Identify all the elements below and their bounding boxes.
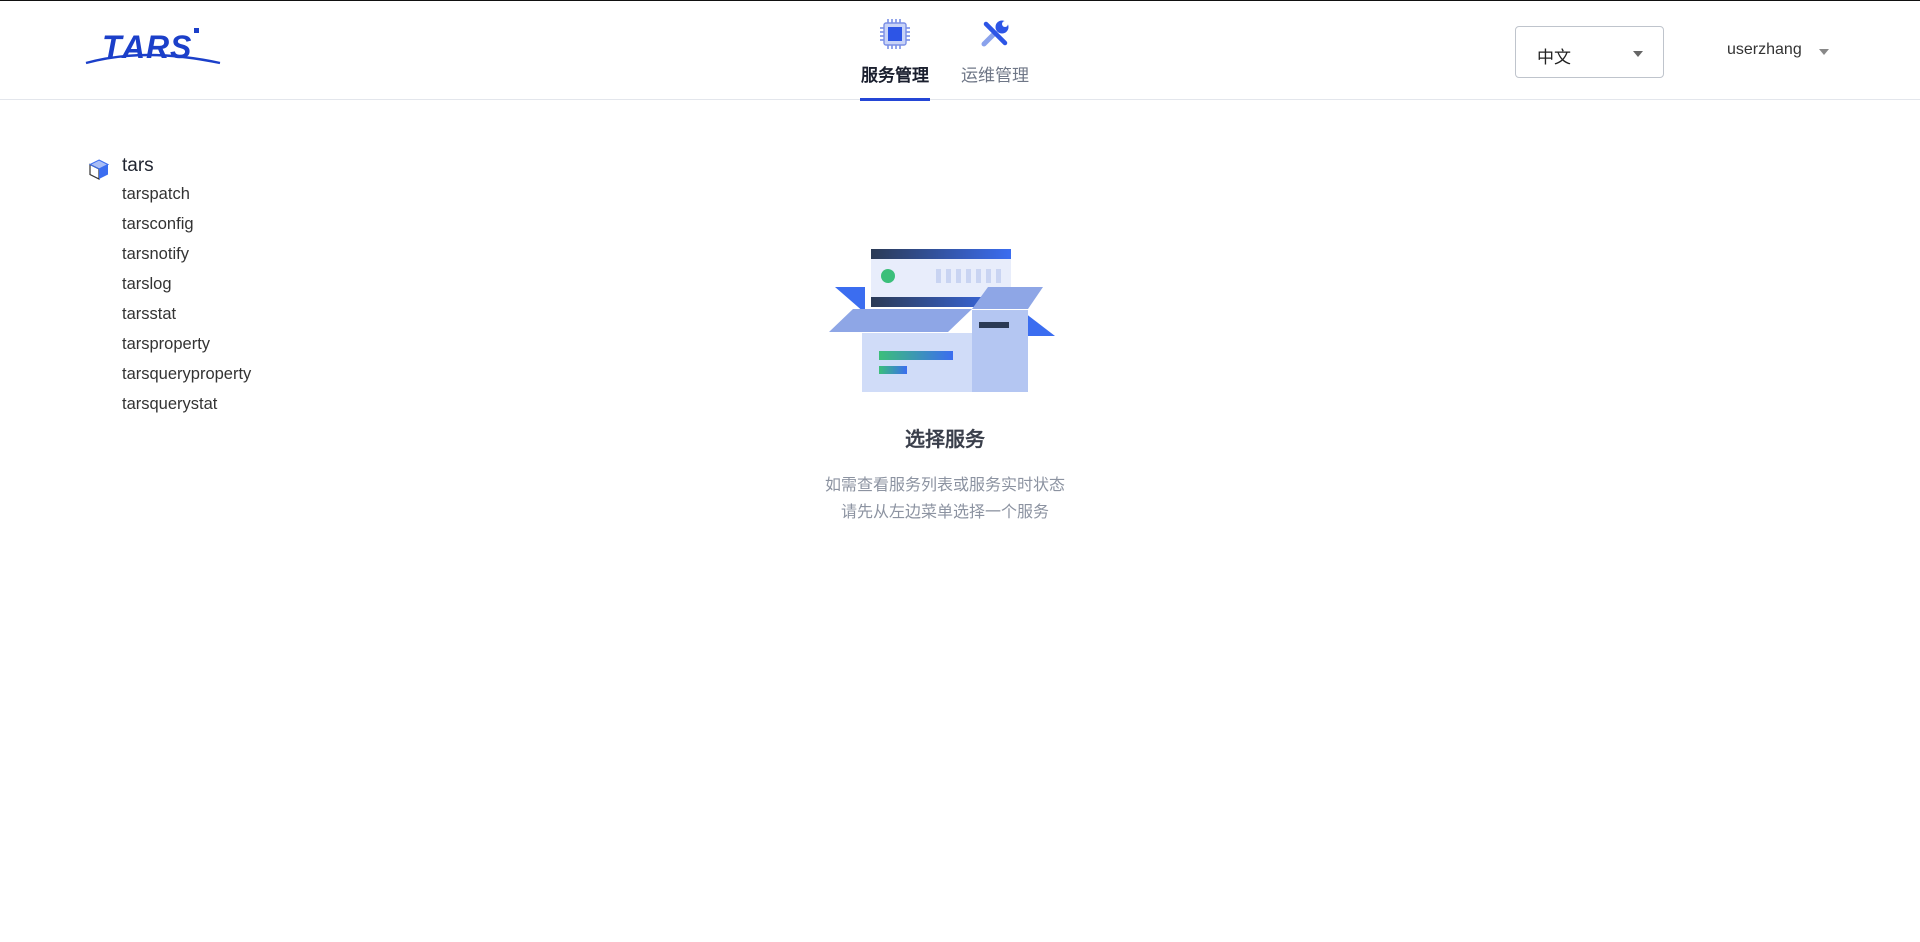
empty-state-title: 选择服务 bbox=[905, 429, 985, 451]
top-header: T A R S 服务管理 运维管理 中文 userzhang bbox=[0, 1, 1920, 101]
empty-state-description-line2: 请先从左边菜单选择一个服务 bbox=[840, 504, 1049, 521]
svg-text:A: A bbox=[121, 29, 144, 65]
tree-children: tarspatch tarsconfig tarsnotify tarslog … bbox=[122, 185, 251, 425]
tree-root-label: tars bbox=[122, 155, 154, 176]
empty-state-description-line1: 如需查看服务列表或服务实时状态 bbox=[824, 477, 1065, 494]
user-menu-caret-icon bbox=[1819, 49, 1829, 55]
language-select-value: 中文 bbox=[1537, 48, 1571, 67]
tab-ops-management-label: 运维管理 bbox=[961, 66, 1029, 85]
tree-item-tarsqueryproperty[interactable]: tarsqueryproperty bbox=[122, 365, 251, 395]
tree-item-tarslog[interactable]: tarslog bbox=[122, 275, 251, 305]
tree-item-tarsproperty[interactable]: tarsproperty bbox=[122, 335, 251, 365]
user-menu[interactable]: userzhang bbox=[1727, 41, 1829, 65]
username: userzhang bbox=[1727, 41, 1802, 58]
active-tab-indicator bbox=[860, 98, 930, 101]
tree-item-tarsconfig[interactable]: tarsconfig bbox=[122, 215, 251, 245]
tab-ops-management[interactable]: 运维管理 bbox=[960, 1, 1030, 100]
svg-text:R: R bbox=[146, 29, 169, 65]
tree-item-tarsnotify[interactable]: tarsnotify bbox=[122, 245, 251, 275]
svg-text:S: S bbox=[170, 29, 192, 65]
tools-icon bbox=[981, 20, 1009, 47]
tab-service-management-label: 服务管理 bbox=[861, 66, 929, 85]
chip-icon bbox=[880, 19, 910, 49]
svg-text:T: T bbox=[102, 29, 124, 65]
language-select[interactable]: 中文 bbox=[1515, 26, 1664, 78]
chevron-down-icon bbox=[1633, 51, 1643, 57]
cube-icon bbox=[88, 159, 110, 180]
tab-service-management[interactable]: 服务管理 bbox=[860, 1, 930, 101]
tree-item-tarsstat[interactable]: tarsstat bbox=[122, 305, 251, 335]
tree-item-tarspatch[interactable]: tarspatch bbox=[122, 185, 251, 215]
tree-item-tarsquerystat[interactable]: tarsquerystat bbox=[122, 395, 251, 425]
empty-box-illustration bbox=[829, 249, 1055, 392]
tars-logo[interactable]: T A R S bbox=[84, 25, 222, 67]
